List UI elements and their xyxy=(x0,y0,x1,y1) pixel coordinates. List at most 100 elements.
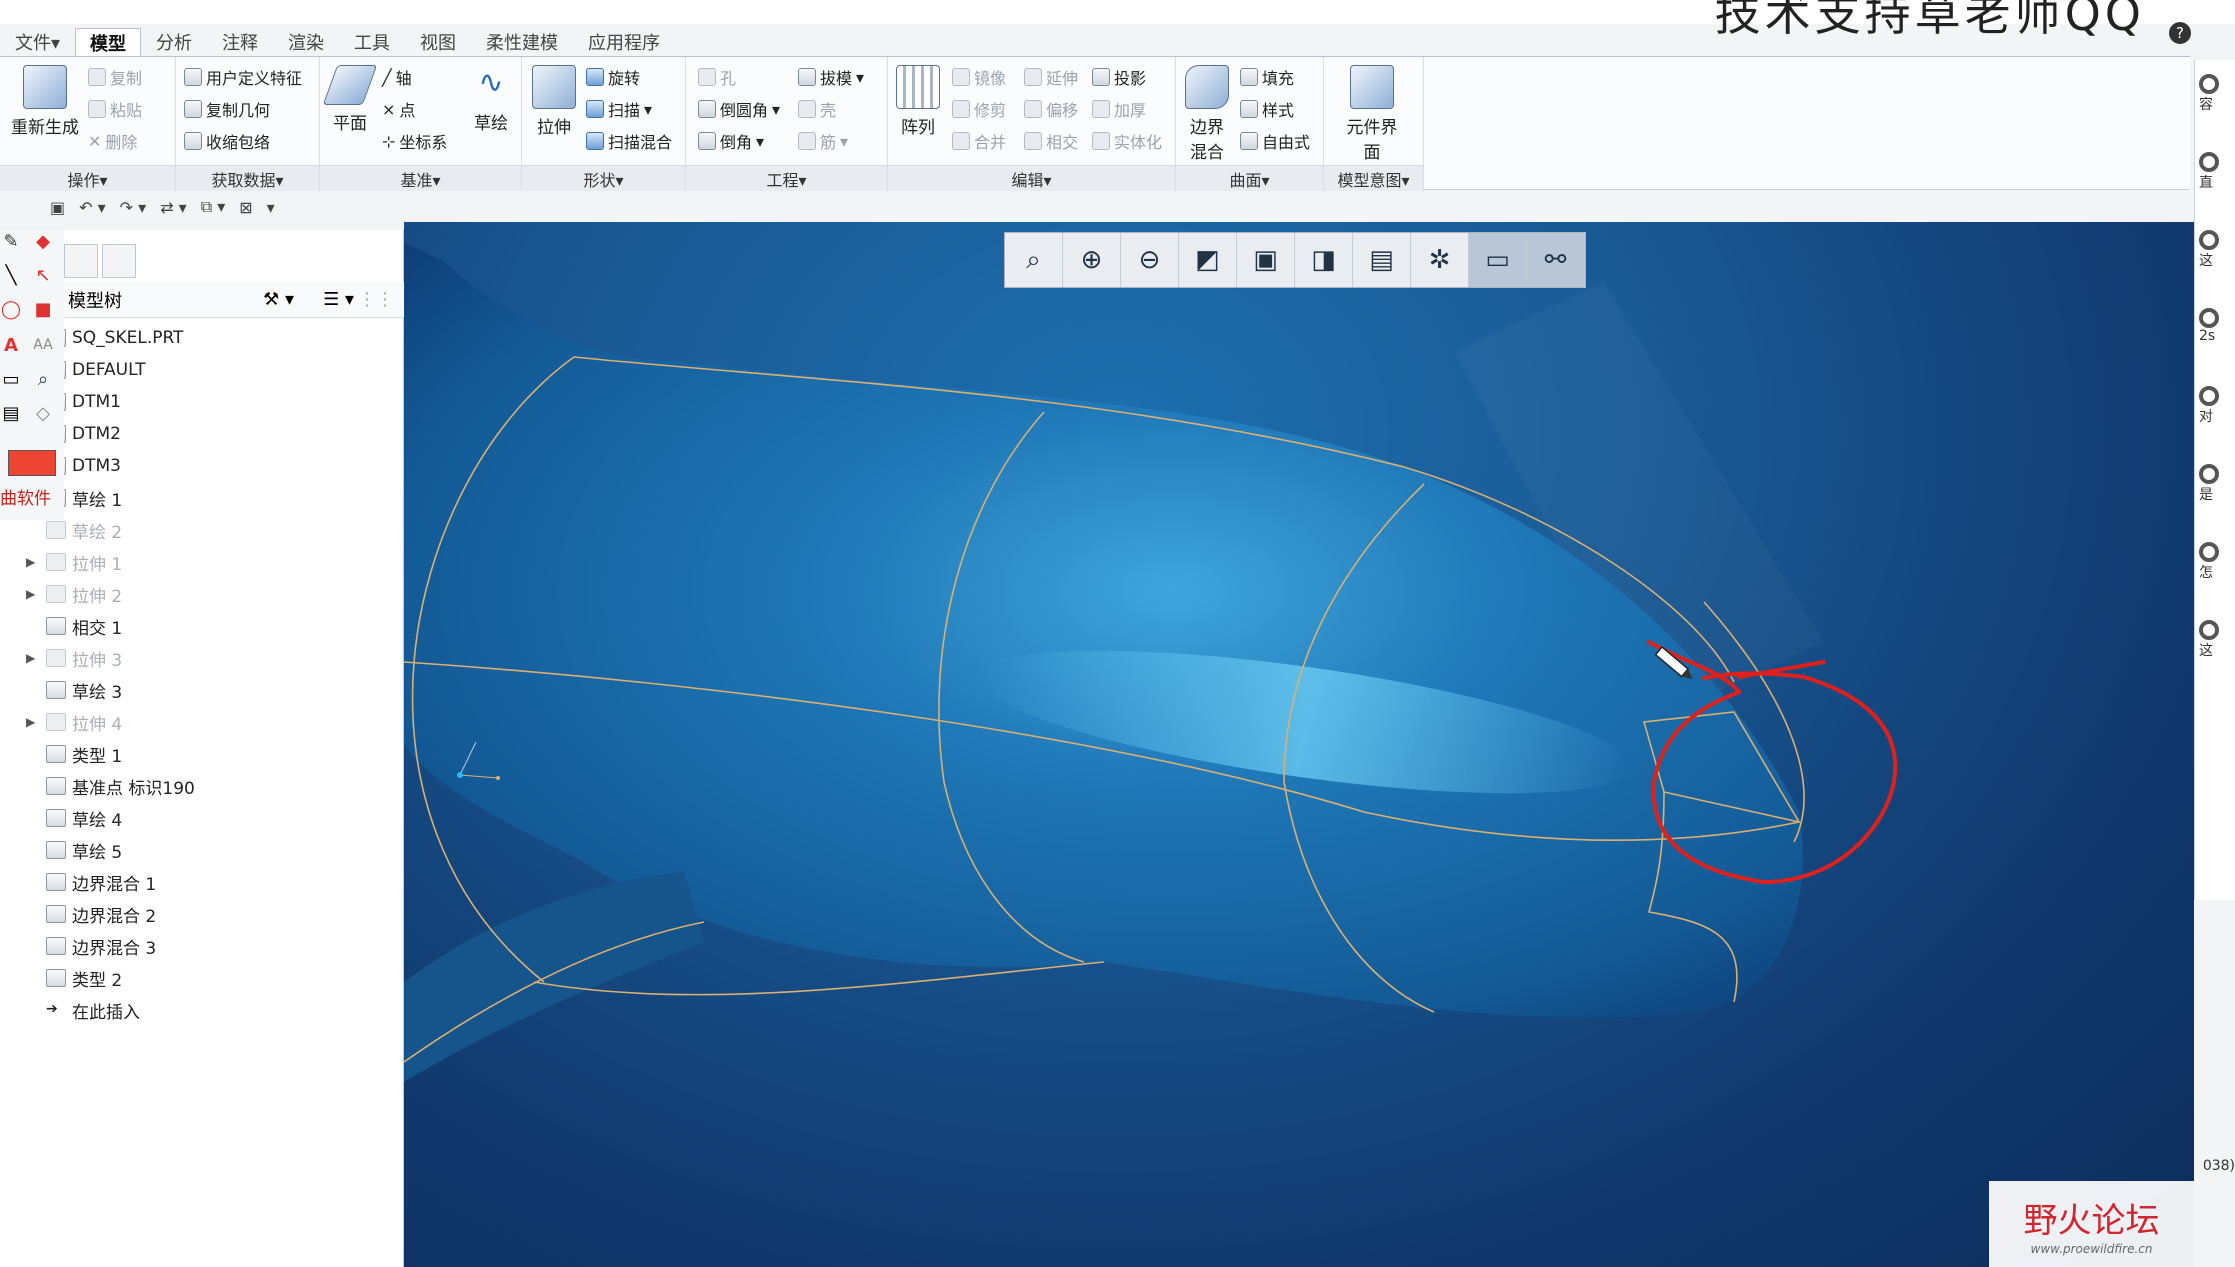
shell-button[interactable]: 壳 xyxy=(798,97,836,121)
sweep-button[interactable]: 扫描 ▾ xyxy=(586,97,652,121)
view-manager-icon[interactable]: ▤ xyxy=(1353,233,1411,287)
help-icon[interactable]: ? xyxy=(2169,22,2191,44)
tree-item[interactable]: 类型 2 xyxy=(0,962,404,994)
arrow-icon[interactable]: ↖ xyxy=(32,264,54,286)
customize-toolbar-icon[interactable]: ▾ xyxy=(267,198,275,217)
tree-item[interactable]: 类型 1 xyxy=(0,738,404,770)
tree-item[interactable]: 边界混合 1 xyxy=(0,866,404,898)
delete-button[interactable]: ✕ 删除 xyxy=(88,129,137,153)
boundary-blend-button[interactable]: 边界混合 xyxy=(1182,65,1232,163)
copy-button[interactable]: 复制 xyxy=(88,65,142,89)
hole-button[interactable]: 孔 xyxy=(698,65,736,89)
group-label-surfaces[interactable]: 曲面▾ xyxy=(1176,165,1323,191)
expand-arrow-icon[interactable]: ▶ xyxy=(26,555,35,569)
repaint-icon[interactable]: ◩ xyxy=(1179,233,1237,287)
tab-view[interactable]: 视图 xyxy=(405,28,471,56)
tree-item[interactable]: 边界混合 2 xyxy=(0,898,404,930)
screen-icon[interactable]: ▭ xyxy=(0,368,22,390)
graphics-window[interactable]: ⌕ ⊕ ⊖ ◩ ▣ ◨ ▤ ✲ ▭ ⚯ 野火论坛 www.proewildfir… xyxy=(404,222,2194,1267)
component-interface-button[interactable]: 元件界面 xyxy=(1344,65,1400,163)
tree-item[interactable]: ▶ 拉伸 2 xyxy=(0,578,404,610)
rib-button[interactable]: 筋 ▾ xyxy=(798,129,848,153)
saved-orientations-icon[interactable]: ◨ xyxy=(1295,233,1353,287)
chat-item[interactable]: 容 xyxy=(2199,74,2231,118)
regenerate-small-icon[interactable]: ⇄ ▾ xyxy=(160,198,187,217)
pattern-button[interactable]: 阵列 xyxy=(896,65,940,138)
expand-arrow-icon[interactable]: ▶ xyxy=(26,715,35,729)
offset-button[interactable]: 偏移 xyxy=(1024,97,1078,121)
tree-item[interactable]: 草绘 3 xyxy=(0,674,404,706)
tree-item[interactable]: 相交 1 xyxy=(0,610,404,642)
redo-icon[interactable]: ↷ ▾ xyxy=(120,198,147,217)
tab-annotate[interactable]: 注释 xyxy=(207,28,273,56)
tree-settings-icon[interactable]: ⚒ ▾ xyxy=(263,289,294,310)
group-label-editing[interactable]: 编辑▾ xyxy=(888,165,1175,191)
project-button[interactable]: 投影 xyxy=(1092,65,1146,89)
fill-bucket-icon[interactable]: ◆ xyxy=(32,230,54,252)
expand-arrow-icon[interactable]: ▶ xyxy=(26,587,35,601)
chat-item[interactable]: 直 xyxy=(2199,152,2231,196)
freestyle-button[interactable]: 自由式 xyxy=(1240,129,1310,153)
tree-show-icon[interactable]: ☰ ▾ xyxy=(323,289,354,310)
font-size-icon[interactable]: AA xyxy=(32,334,54,356)
axis-button[interactable]: ╱ 轴 xyxy=(382,65,412,89)
mirror-button[interactable]: 镜像 xyxy=(952,65,1006,89)
annotation-display-icon[interactable]: ▭ xyxy=(1469,233,1527,287)
chat-item[interactable]: 怎 xyxy=(2199,542,2231,586)
expand-arrow-icon[interactable]: ▶ xyxy=(26,651,35,665)
fill-button[interactable]: 填充 xyxy=(1240,65,1294,89)
group-label-model-intent[interactable]: 模型意图▾ xyxy=(1324,165,1423,191)
tab-tools[interactable]: 工具 xyxy=(339,28,405,56)
paste-button[interactable]: 粘贴 xyxy=(88,97,142,121)
tab-applications[interactable]: 应用程序 xyxy=(573,28,675,56)
sketch-button[interactable]: ∿ 草绘 xyxy=(468,65,514,134)
tree-item[interactable]: ▶ 拉伸 3 xyxy=(0,642,404,674)
zoom-in-icon[interactable]: ⊕ xyxy=(1063,233,1121,287)
save-icon[interactable]: ▣ xyxy=(50,198,65,217)
tree-item[interactable]: ▶ 拉伸 4 xyxy=(0,706,404,738)
group-label-datum[interactable]: 基准▾ xyxy=(320,165,521,191)
tree-item[interactable]: 草绘 4 xyxy=(0,802,404,834)
color-picker-button[interactable] xyxy=(8,450,56,476)
lower-tail-surface[interactable] xyxy=(404,872,704,1082)
trim-button[interactable]: 修剪 xyxy=(952,97,1006,121)
csys-button[interactable]: ⊹ 坐标系 xyxy=(382,129,447,153)
revolve-button[interactable]: 旋转 xyxy=(586,65,640,89)
chat-item[interactable]: 是 xyxy=(2199,464,2231,508)
tree-item[interactable]: ▶ 拉伸 1 xyxy=(0,546,404,578)
shrinkwrap-button[interactable]: 收缩包络 xyxy=(184,129,270,153)
rectangle-icon[interactable]: ■ xyxy=(32,298,54,320)
tree-item[interactable]: 基准点 标识190 xyxy=(0,770,404,802)
pen-icon[interactable]: ✎ xyxy=(0,230,22,252)
tab-analysis[interactable]: 分析 xyxy=(141,28,207,56)
tree-item[interactable]: 草绘 5 xyxy=(0,834,404,866)
close-window-icon[interactable]: ⊠ xyxy=(239,198,252,217)
tree-item[interactable]: ➔ 在此插入 xyxy=(0,994,404,1026)
udf-button[interactable]: 用户定义特征 xyxy=(184,65,302,89)
plane-button[interactable]: 平面 xyxy=(322,65,378,134)
intersect-button[interactable]: 相交 xyxy=(1024,129,1078,153)
group-label-shapes[interactable]: 形状▾ xyxy=(522,165,685,191)
draft-button[interactable]: 拔模 ▾ xyxy=(798,65,864,89)
refit-icon[interactable]: ⌕ xyxy=(1005,233,1063,287)
eraser-icon[interactable]: ◇ xyxy=(32,402,54,424)
solidify-button[interactable]: 实体化 xyxy=(1092,129,1162,153)
magnifier-icon[interactable]: ⌕ xyxy=(32,368,54,390)
line-icon[interactable]: ╲ xyxy=(0,264,22,286)
tab-folder-browser[interactable] xyxy=(102,244,136,278)
display-style-icon[interactable]: ▣ xyxy=(1237,233,1295,287)
regenerate-button[interactable]: 重新生成 xyxy=(10,65,80,138)
group-label-get-data[interactable]: 获取数据▾ xyxy=(176,165,319,191)
tab-model[interactable]: 模型 xyxy=(75,28,142,56)
merge-button[interactable]: 合并 xyxy=(952,129,1006,153)
style-button[interactable]: 样式 xyxy=(1240,97,1294,121)
windows-icon[interactable]: ⧉ ▾ xyxy=(201,197,226,217)
chat-item[interactable]: 这 xyxy=(2199,620,2231,664)
tab-file[interactable]: 文件▾ xyxy=(0,28,75,56)
chamfer-button[interactable]: 倒角 ▾ xyxy=(698,129,764,153)
chat-item[interactable]: 2s xyxy=(2199,308,2231,352)
undo-icon[interactable]: ↶ ▾ xyxy=(79,198,106,217)
tree-item[interactable]: 边界混合 3 xyxy=(0,930,404,962)
tab-render[interactable]: 渲染 xyxy=(273,28,339,56)
ellipse-icon[interactable]: ◯ xyxy=(0,298,22,320)
